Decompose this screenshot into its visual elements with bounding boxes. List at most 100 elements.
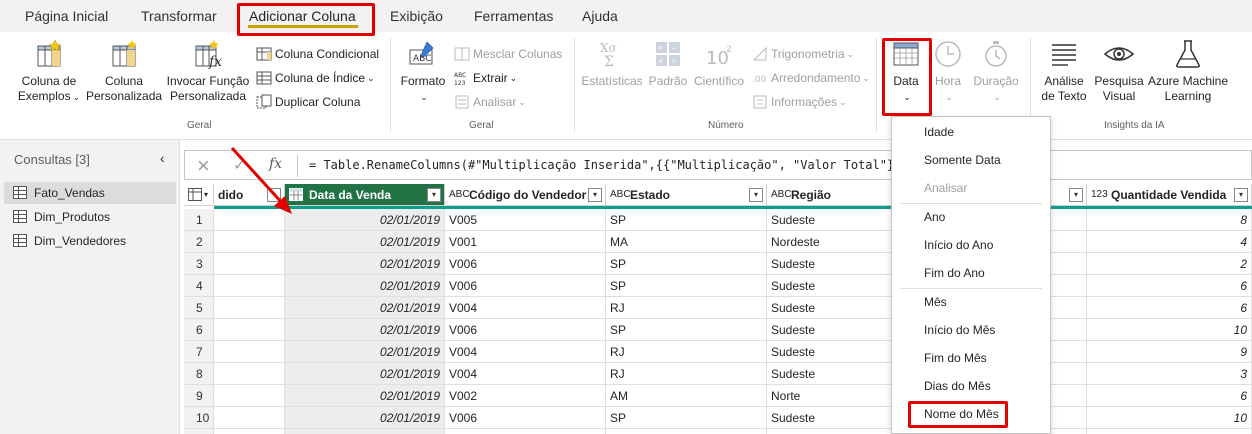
row-number-cell[interactable]: 8 [184, 363, 214, 385]
row-number-cell[interactable]: 5 [184, 297, 214, 319]
tab-transformar[interactable]: Transformar [141, 0, 217, 32]
table-row[interactable]: 1 02/01/2019 V005 SP Sudeste 8 [184, 209, 1252, 231]
menu-item-idade[interactable]: Idade [892, 120, 1050, 144]
cancel-formula-icon[interactable]: × [197, 153, 210, 179]
row-number-cell[interactable]: 10 [184, 407, 214, 429]
row-number-cell[interactable]: 11 [184, 429, 214, 434]
data-venda-cell[interactable]: 02/01/2019 [285, 231, 445, 253]
statistics-button[interactable]: Xσ Σ Estatísticas [580, 38, 644, 89]
format-button[interactable]: ABC Formato ⌄ [398, 38, 448, 105]
custom-column-button[interactable]: Coluna Personalizada [86, 38, 162, 104]
index-column-button[interactable]: Coluna de Índice ⌄ [256, 68, 375, 88]
menu-item-fim-do-mes[interactable]: Fim do Mês [892, 346, 1050, 370]
extract-button[interactable]: ABC 123 Extrair ⌄ [454, 68, 517, 88]
trigonometry-button[interactable]: Trigonometria ⌄ [752, 44, 854, 64]
data-venda-cell[interactable]: 02/01/2019 [285, 253, 445, 275]
codigo-vendedor-cell[interactable]: V001 [445, 231, 606, 253]
column-header-quantidade[interactable]: 123 Quantidade Vendida ▾ [1087, 184, 1252, 206]
grid-corner-menu[interactable]: ▾ [184, 184, 214, 206]
invoke-custom-function-button[interactable]: fx Invocar Função Personalizada [166, 38, 250, 104]
codigo-vendedor-cell[interactable]: V004 [445, 297, 606, 319]
row-number-cell[interactable]: 7 [184, 341, 214, 363]
codigo-vendedor-cell[interactable]: V006 [445, 253, 606, 275]
data-venda-cell[interactable]: 02/01/2019 [285, 363, 445, 385]
rounding-button[interactable]: .00 Arredondamento ⌄ [752, 68, 870, 88]
quantidade-cell[interactable]: 4 [1087, 231, 1252, 253]
estado-cell[interactable]: RJ [606, 363, 767, 385]
codigo-vendedor-cell[interactable]: V006 [445, 275, 606, 297]
menu-item-nome-do-mes[interactable]: Nome do Mês [892, 402, 1050, 426]
table-row[interactable]: 4 02/01/2019 V006 SP Sudeste 6 [184, 275, 1252, 297]
scientific-button[interactable]: 10 2 Científico [690, 38, 748, 89]
menu-item-analisar[interactable]: Analisar [892, 176, 1050, 200]
column-header-estado[interactable]: ABC Estado ▾ [606, 184, 767, 206]
quantidade-cell[interactable]: 7 [1087, 429, 1252, 434]
table-row[interactable]: 6 02/01/2019 V006 SP Sudeste 10 [184, 319, 1252, 341]
standard-button[interactable]: + − × ÷ Padrão [646, 38, 690, 89]
data-venda-cell[interactable]: 02/01/2019 [285, 341, 445, 363]
column-filter-button[interactable]: ▾ [1234, 188, 1248, 202]
codigo-vendedor-cell[interactable]: V006 [445, 319, 606, 341]
column-filter-button[interactable]: ▾ [588, 188, 602, 202]
conditional-column-button[interactable]: Coluna Condicional [256, 44, 379, 64]
estado-cell[interactable]: RJ [606, 297, 767, 319]
column-filter-button[interactable]: ▾ [1069, 188, 1083, 202]
tab-ajuda[interactable]: Ajuda [582, 0, 618, 32]
table-row[interactable]: 7 02/01/2019 V004 RJ Sudeste 9 [184, 341, 1252, 363]
codigo-vendedor-cell[interactable]: V002 [445, 385, 606, 407]
codigo-vendedor-cell[interactable]: V004 [445, 363, 606, 385]
column-header-pedido[interactable]: dido ▾ [214, 184, 285, 206]
codigo-vendedor-cell[interactable]: V005 [445, 209, 606, 231]
menu-item-somente-data[interactable]: Somente Data [892, 148, 1050, 172]
estado-cell[interactable]: RJ [606, 429, 767, 434]
row-number-cell[interactable]: 2 [184, 231, 214, 253]
vision-button[interactable]: Pesquisa Visual [1094, 38, 1144, 104]
estado-cell[interactable]: SP [606, 275, 767, 297]
table-row[interactable]: 3 02/01/2019 V006 SP Sudeste 2 [184, 253, 1252, 275]
pedido-cell[interactable] [214, 385, 285, 407]
fx-icon[interactable]: fx [269, 156, 282, 172]
azure-ml-button[interactable]: Azure Machine Learning [1146, 38, 1230, 104]
pedido-cell[interactable] [214, 341, 285, 363]
menu-item-mes[interactable]: Mês [892, 290, 1050, 314]
menu-item-inicio-do-mes[interactable]: Início do Mês [892, 318, 1050, 342]
tab-ferramentas[interactable]: Ferramentas [474, 0, 553, 32]
row-number-cell[interactable]: 9 [184, 385, 214, 407]
pedido-cell[interactable] [214, 209, 285, 231]
estado-cell[interactable]: SP [606, 253, 767, 275]
formula-input[interactable]: = Table.RenameColumns(#"Multiplicação In… [309, 158, 909, 172]
query-item-fato-vendas[interactable]: Fato_Vendas [4, 182, 176, 204]
data-venda-cell[interactable]: 02/01/2019 [285, 385, 445, 407]
estado-cell[interactable]: MA [606, 231, 767, 253]
estado-cell[interactable]: SP [606, 209, 767, 231]
information-button[interactable]: Informações ⌄ [752, 92, 847, 112]
table-row[interactable]: 1102/01/2019V004RJSudeste7 [184, 429, 1252, 434]
query-item-dim-produtos[interactable]: Dim_Produtos [4, 206, 176, 228]
pedido-cell[interactable] [214, 429, 285, 434]
data-venda-cell[interactable]: 02/01/2019 [285, 209, 445, 231]
table-row[interactable]: 8 02/01/2019 V004 RJ Sudeste 3 [184, 363, 1252, 385]
quantidade-cell[interactable]: 2 [1087, 253, 1252, 275]
row-number-cell[interactable]: 6 [184, 319, 214, 341]
confirm-formula-icon[interactable]: ✓ [233, 155, 246, 175]
duration-button[interactable]: Duração ⌄ [970, 38, 1022, 105]
estado-cell[interactable]: SP [606, 407, 767, 429]
pedido-cell[interactable] [214, 231, 285, 253]
column-header-data-venda[interactable]: Data da Venda ▾ [285, 184, 445, 206]
data-venda-cell[interactable]: 02/01/2019 [285, 275, 445, 297]
menu-item-dias-do-mes[interactable]: Dias do Mês [892, 374, 1050, 398]
pedido-cell[interactable] [214, 363, 285, 385]
pedido-cell[interactable] [214, 297, 285, 319]
column-header-codigo-vendedor[interactable]: ABC Código do Vendedor ▾ [445, 184, 606, 206]
collapse-pane-icon[interactable]: ‹ [160, 150, 165, 166]
time-button[interactable]: Hora ⌄ [930, 38, 966, 105]
estado-cell[interactable]: AM [606, 385, 767, 407]
quantidade-cell[interactable]: 3 [1087, 363, 1252, 385]
row-number-cell[interactable]: 3 [184, 253, 214, 275]
quantidade-cell[interactable]: 8 [1087, 209, 1252, 231]
codigo-vendedor-cell[interactable]: V006 [445, 407, 606, 429]
column-filter-button[interactable]: ▾ [749, 188, 763, 202]
table-row[interactable]: 5 02/01/2019 V004 RJ Sudeste 6 [184, 297, 1252, 319]
quantidade-cell[interactable]: 6 [1087, 275, 1252, 297]
pedido-cell[interactable] [214, 275, 285, 297]
